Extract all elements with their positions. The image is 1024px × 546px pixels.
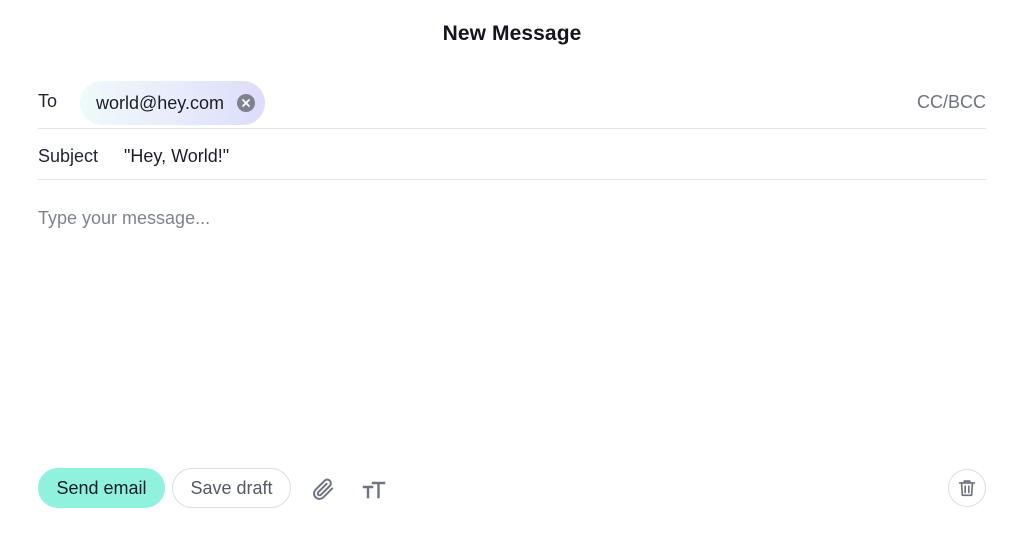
send-email-button[interactable]: Send email <box>38 468 165 508</box>
trash-icon <box>956 477 978 499</box>
message-body-input[interactable] <box>38 196 986 458</box>
cc-bcc-link[interactable]: CC/BCC <box>917 92 986 113</box>
subject-label: Subject <box>38 146 99 166</box>
recipient-chip[interactable]: world@hey.com <box>80 81 265 125</box>
recipient-address: world@hey.com <box>96 93 224 113</box>
to-row: To world@hey.com CC/BCC <box>38 78 986 129</box>
paperclip-icon[interactable] <box>310 476 336 502</box>
text-format-icon[interactable] <box>361 476 387 502</box>
save-draft-button[interactable]: Save draft <box>172 468 291 508</box>
discard-button[interactable] <box>948 469 986 507</box>
to-label: To <box>38 91 58 111</box>
subject-row: Subject "Hey, World!" <box>38 130 986 180</box>
close-icon[interactable] <box>237 94 255 112</box>
page-title: New Message <box>442 22 582 45</box>
email-composer: New Message To world@hey.com CC/BCC Subj… <box>0 0 1024 546</box>
subject-input[interactable]: "Hey, World!" <box>124 146 229 167</box>
